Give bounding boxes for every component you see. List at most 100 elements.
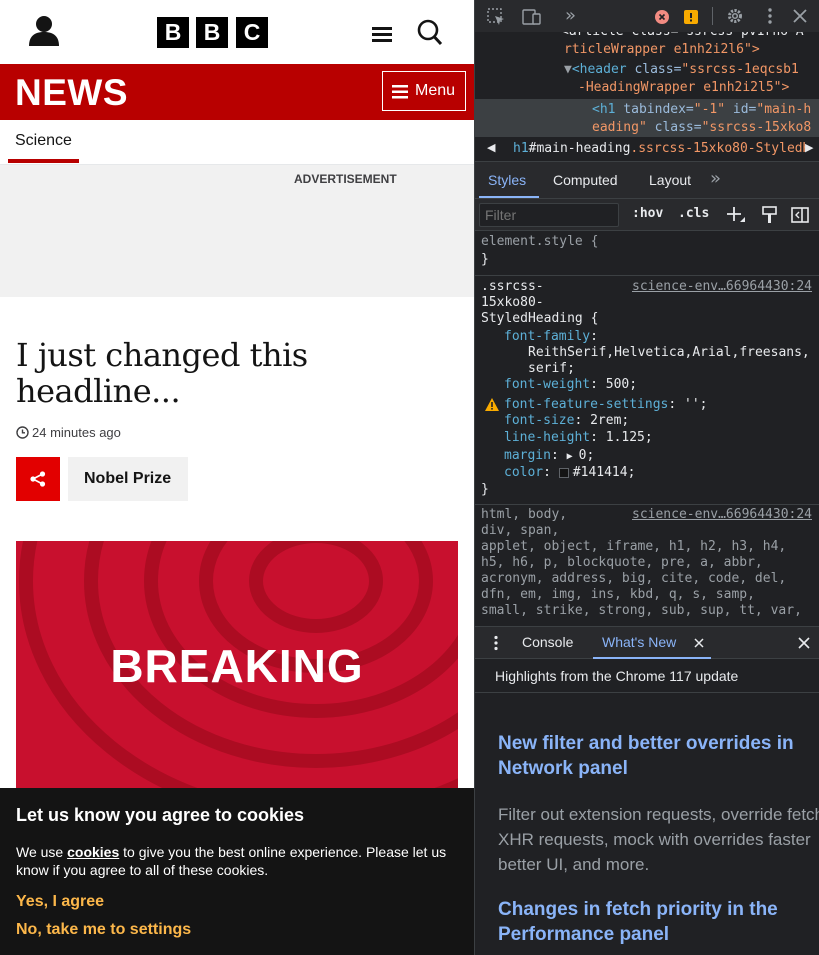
css-declaration[interactable]: line-height: 1.125;: [504, 430, 653, 446]
rule-source-link[interactable]: science-env…66964430:24: [632, 279, 812, 295]
css-declaration[interactable]: margin: ▶ 0;: [504, 448, 594, 465]
breadcrumb-left-arrow-icon[interactable]: ◀: [487, 141, 495, 154]
new-rule-plus-icon[interactable]: [726, 206, 746, 226]
tab-science[interactable]: Science: [8, 120, 79, 163]
css-declaration[interactable]: font-family:: [504, 329, 598, 345]
more-panels-icon[interactable]: »: [710, 168, 721, 189]
dom-attr-value: "ssrcss-15xko8: [701, 120, 812, 135]
settings-gear-icon[interactable]: [726, 7, 744, 25]
breadcrumb-right-arrow-icon[interactable]: ▶: [805, 141, 814, 154]
dom-node-line[interactable]: -HeadingWrapper e1nh2i2l5">: [578, 80, 789, 96]
tab-styles-label: Styles: [488, 172, 527, 188]
breadcrumb-class: .ssrcss-15xko80-StyledH: [630, 141, 811, 156]
item-title-line: Changes in fetch priority in the: [498, 899, 778, 920]
class-toggle[interactable]: .cls: [678, 206, 709, 221]
drawer-menu-icon[interactable]: [493, 635, 499, 651]
hover-state-toggle[interactable]: :hov: [632, 206, 663, 221]
dom-node-header[interactable]: ▼<header class="ssrcss-1eqcsb1: [564, 62, 799, 78]
headline-line: I just changed this: [16, 336, 308, 374]
search-icon[interactable]: [417, 19, 443, 47]
rule-selector[interactable]: acronym, address, big, cite, code, del,: [481, 571, 786, 587]
css-property: font-feature-settings: [504, 397, 669, 412]
clock-icon: [16, 426, 29, 439]
warning-badge-icon[interactable]: [684, 10, 698, 24]
rule-selector[interactable]: div, span,: [481, 523, 559, 539]
toggle-sidebar-icon[interactable]: [791, 207, 809, 223]
tag-label: Nobel Prize: [84, 470, 172, 487]
account-icon[interactable]: [28, 16, 60, 46]
rule-divider: [475, 504, 819, 505]
dom-node-line: eading" class="ssrcss-15xko8: [592, 120, 811, 136]
dom-tag: <header: [571, 62, 627, 77]
breadcrumb-item[interactable]: h1#main-heading.ssrcss-15xko80-StyledH: [513, 141, 810, 157]
tab-styles[interactable]: Styles: [479, 162, 539, 198]
rule-selector[interactable]: h5, h6, p, blockquote, pre, a, abbr,: [481, 555, 763, 571]
whats-new-item-title[interactable]: New filter and better overrides in Networ…: [498, 731, 794, 781]
cookie-agree-button[interactable]: Yes, I agree: [16, 893, 104, 911]
paint-brush-icon[interactable]: [762, 206, 778, 224]
close-tab-icon[interactable]: [694, 638, 704, 648]
color-swatch[interactable]: [558, 467, 569, 478]
tab-computed[interactable]: Computed: [553, 172, 618, 188]
rule-source-link[interactable]: science-env…66964430:24: [632, 507, 812, 523]
breadcrumb-tag: h1: [513, 141, 529, 156]
kebab-menu-icon[interactable]: [767, 7, 773, 25]
css-declaration[interactable]: font-size: 2rem;: [504, 413, 629, 429]
rule-selector[interactable]: dfn, em, img, ins, kbd, q, s, samp,: [481, 587, 755, 603]
advertisement-label: ADVERTISEMENT: [294, 172, 397, 186]
devtools-toolbar: »: [475, 0, 819, 32]
dom-node-line[interactable]: rticleWrapper e1nh2i2l6">: [564, 42, 760, 58]
tag-nobel-prize[interactable]: Nobel Prize: [68, 457, 188, 501]
news-title[interactable]: NEWS: [15, 72, 128, 114]
item-title-line: Network panel: [498, 758, 628, 779]
cookie-link[interactable]: cookies: [67, 844, 119, 860]
breaking-text: BREAKING: [110, 640, 364, 692]
hamburger-icon[interactable]: [372, 24, 392, 44]
tab-science-label: Science: [15, 132, 72, 149]
dom-attr-value: -HeadingWrapper e1nh2i2l5">: [578, 80, 790, 95]
css-declaration[interactable]: font-feature-settings: '';: [504, 397, 708, 413]
logo-letter: B: [196, 17, 228, 48]
css-property: line-height: [504, 430, 591, 445]
devtools-panel: » <article class="ssrcss-pv1rh6-A rticle…: [474, 0, 819, 955]
warning-triangle-icon[interactable]: [485, 398, 499, 411]
styles-filter-input[interactable]: [479, 203, 619, 227]
inspect-element-icon[interactable]: [487, 8, 505, 26]
item-text-line: XHR requests, mock with overrides faster: [498, 830, 811, 849]
menu-label: Menu: [415, 82, 456, 99]
dom-node-line[interactable]: <article class="ssrcss-pv1rh6-A: [561, 32, 804, 40]
rule-selector[interactable]: html, body,: [481, 507, 567, 523]
highlights-header: Highlights from the Chrome 117 update: [475, 659, 819, 693]
css-value[interactable]: ReithSerif,Helvetica,Arial,freesans,: [528, 345, 810, 361]
cookie-text: We use cookies to give you the best onli…: [16, 843, 461, 879]
whats-new-item-title[interactable]: Changes in fetch priority in the Performa…: [498, 897, 778, 947]
cookie-settings-button[interactable]: No, take me to settings: [16, 921, 191, 939]
css-declaration[interactable]: font-weight: 500;: [504, 377, 637, 393]
dom-selected-row[interactable]: <h1 tabindex="-1" id="main-h eading" cla…: [475, 99, 819, 136]
tab-whats-new[interactable]: What's New: [593, 627, 711, 659]
share-button[interactable]: [16, 457, 60, 501]
close-devtools-icon[interactable]: [793, 9, 807, 23]
tab-console[interactable]: Console: [522, 634, 573, 650]
element-style-selector[interactable]: element.style {: [481, 234, 598, 250]
device-toolbar-icon[interactable]: [522, 8, 542, 26]
css-value: 1.125;: [605, 430, 653, 445]
more-tabs-icon[interactable]: »: [565, 5, 576, 26]
rule-selector[interactable]: StyledHeading {: [481, 311, 598, 327]
toolbar-divider: [712, 7, 713, 25]
close-drawer-icon[interactable]: [798, 637, 810, 649]
error-badge-icon[interactable]: [655, 10, 669, 24]
item-text-line: better UI, and more.: [498, 855, 650, 874]
rule-selector[interactable]: 15xko80-: [481, 295, 544, 311]
css-declaration[interactable]: color: #141414;: [504, 465, 635, 481]
css-value[interactable]: serif;: [528, 361, 575, 377]
menu-button[interactable]: Menu: [382, 71, 466, 111]
css-property: margin: [504, 448, 551, 463]
cookie-text-before: We use: [16, 844, 68, 860]
rule-selector[interactable]: small, strike, strong, sub, sup, tt, var…: [481, 603, 802, 619]
css-value: 0;: [578, 448, 595, 463]
rule-selector[interactable]: applet, object, iframe, h1, h2, h3, h4,: [481, 539, 786, 555]
tab-layout[interactable]: Layout: [649, 172, 691, 188]
rule-selector[interactable]: .ssrcss-: [481, 279, 544, 295]
dom-attr: class=: [646, 120, 702, 135]
